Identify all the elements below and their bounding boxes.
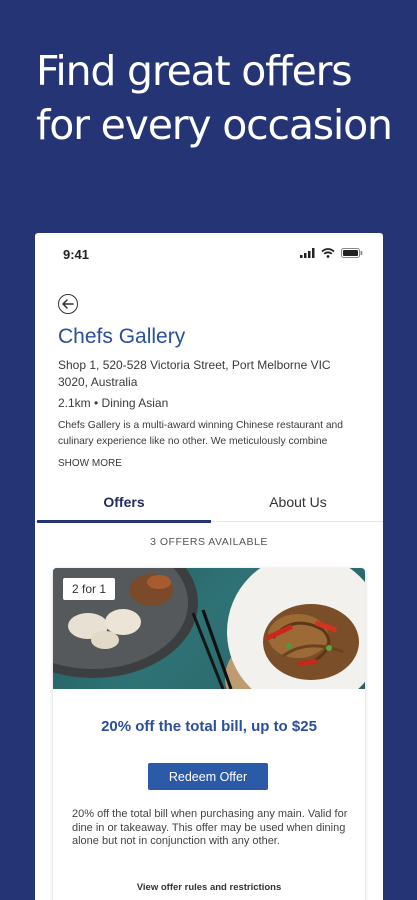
offer-rules-link[interactable]: View offer rules and restrictions <box>53 882 365 893</box>
redeem-offer-button[interactable]: Redeem Offer <box>148 763 268 790</box>
back-button[interactable] <box>58 294 78 314</box>
restaurant-name: Chefs Gallery <box>58 325 186 348</box>
tab-bar: Offers About Us <box>35 488 383 523</box>
restaurant-address: Shop 1, 520-528 Victoria Street, Port Me… <box>58 358 331 389</box>
battery-icon <box>341 248 363 258</box>
arrow-left-icon <box>62 299 74 309</box>
restaurant-meta: 2.1km • Dining Asian <box>58 396 169 410</box>
wifi-icon <box>321 248 335 258</box>
promo-headline: Find great offers for every occasion <box>36 47 393 149</box>
status-icons <box>300 248 363 258</box>
tab-offers[interactable]: Offers <box>37 488 211 523</box>
restaurant-description: Chefs Gallery is a multi-award winning C… <box>58 420 344 447</box>
offers-count: 3 OFFERS AVAILABLE <box>150 536 268 548</box>
signal-icon <box>300 248 315 258</box>
status-time: 9:41 <box>63 247 90 262</box>
offer-title: 20% off the total bill, up to $25 <box>101 718 317 735</box>
phone-screen: 9:41 Chefs Gallery Shop 1, 520-528 Victo… <box>35 233 383 900</box>
show-more-link[interactable]: SHOW MORE <box>58 458 122 469</box>
offer-badge: 2 for 1 <box>63 578 116 600</box>
offer-description: 20% off the total bill when purchasing a… <box>72 808 348 847</box>
tab-about-us[interactable]: About Us <box>211 488 383 522</box>
offer-card: 2 for 1 20% off the total bill, up to $2… <box>53 568 365 900</box>
status-bar: 9:41 <box>35 233 383 273</box>
offer-image: 2 for 1 <box>53 568 365 689</box>
